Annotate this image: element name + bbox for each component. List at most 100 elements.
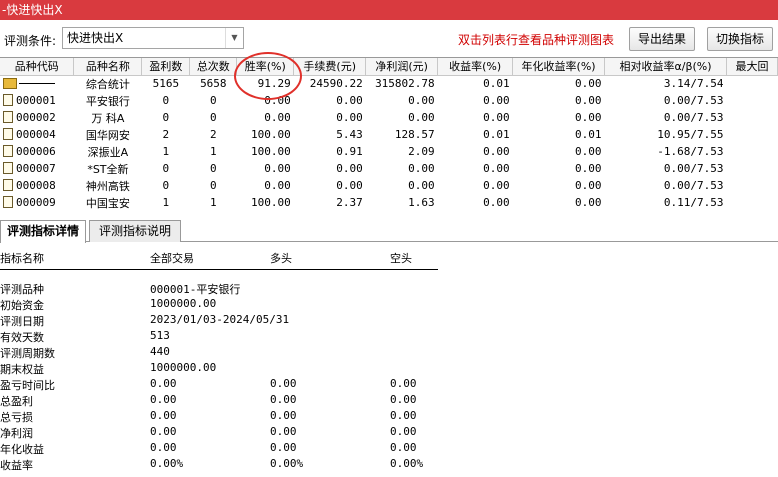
col-header-code[interactable]: 品种代码	[0, 58, 75, 76]
cell-code: 000007	[16, 162, 56, 175]
table-row[interactable]: 000007 *ST全新 0 0 0.00 0.00 0.00 0.00 0.0…	[0, 160, 778, 177]
detail-header-short: 空头	[390, 252, 412, 265]
cell-relative: 0.00/7.53	[663, 94, 724, 107]
cell-fee: 0.00	[336, 179, 363, 192]
detail-row: 期末权益 1000000.00	[0, 360, 438, 376]
document-icon	[3, 94, 13, 106]
detail-row: 初始资金 1000000.00	[0, 296, 438, 312]
col-header-return[interactable]: 收益率(%)	[437, 58, 514, 76]
table-row[interactable]: 000002 万 科A 0 0 0.00 0.00 0.00 0.00 0.00…	[0, 109, 778, 126]
folder-icon	[3, 78, 17, 90]
detail-row: 总盈利 0.00 0.00 0.00	[0, 392, 438, 408]
tab-indicator-description[interactable]: 评测指标说明	[89, 220, 181, 242]
document-icon	[3, 162, 13, 174]
cell-annual: 0.01	[575, 128, 602, 141]
detail-all: 1000000.00	[150, 361, 217, 374]
cell-annual: 0.00	[575, 111, 602, 124]
table-row-summary[interactable]: 综合统计 5165 5658 91.29 24590.22 315802.78 …	[0, 75, 778, 92]
cell-return: 0.00	[483, 196, 510, 209]
detail-all: 0.00	[150, 393, 177, 406]
table-row[interactable]: 000001 平安银行 0 0 0.00 0.00 0.00 0.00 0.00…	[0, 92, 778, 109]
detail-long: 0.00	[270, 425, 297, 438]
cell-name: 中国宝安	[85, 196, 130, 210]
cell-winrate: 100.00	[251, 196, 291, 209]
document-icon	[3, 128, 13, 140]
cell-return: 0.00	[483, 111, 510, 124]
detail-all: 0.00	[150, 377, 177, 390]
detail-label: 期末权益	[0, 363, 44, 376]
cell-name: 国华网安	[85, 128, 130, 142]
cell-wins: 5165	[152, 77, 180, 91]
detail-label: 净利润	[0, 427, 33, 440]
detail-all: 2023/01/03-2024/05/31	[150, 313, 290, 326]
condition-value: 快进快出X	[67, 31, 124, 45]
col-header-name[interactable]: 品种名称	[73, 58, 143, 76]
cell-winrate: 0.00	[264, 162, 291, 175]
detail-header: 指标名称 全部交易 多头 空头	[0, 248, 438, 270]
condition-select[interactable]: 快进快出X ▼	[62, 27, 244, 49]
table-row[interactable]: 000006 深振业A 1 1 100.00 0.91 2.09 0.00 0.…	[0, 143, 778, 160]
cell-wins: 0	[162, 111, 170, 124]
window-title: -快进快出X	[0, 0, 778, 20]
detail-row: 净利润 0.00 0.00 0.00	[0, 424, 438, 440]
cell-fee: 24590.22	[309, 77, 363, 91]
cell-profit: 315802.78	[375, 77, 435, 91]
col-header-total[interactable]: 总次数	[189, 58, 238, 76]
detail-short: 0.00	[390, 409, 417, 422]
cell-return: 0.00	[483, 162, 510, 175]
cell-fee: 0.00	[336, 162, 363, 175]
table-row[interactable]: 000004 国华网安 2 2 100.00 5.43 128.57 0.01 …	[0, 126, 778, 143]
detail-row: 盈亏时间比 0.00 0.00 0.00	[0, 376, 438, 392]
cell-winrate: 91.29	[257, 77, 291, 91]
cell-return: 0.00	[483, 145, 510, 158]
export-button[interactable]: 导出结果	[629, 27, 695, 51]
cell-profit: 0.00	[408, 179, 435, 192]
col-header-relative[interactable]: 相对收益率α/β(%)	[604, 58, 727, 76]
cell-total: 2	[210, 128, 217, 141]
col-header-winrate[interactable]: 胜率(%)	[236, 58, 295, 76]
cell-wins: 1	[162, 196, 170, 209]
cell-fee: 0.00	[336, 94, 363, 107]
detail-short: 0.00	[390, 441, 417, 454]
cell-annual: 0.00	[575, 77, 602, 91]
col-header-wins[interactable]: 盈利数	[141, 58, 191, 76]
col-header-annual[interactable]: 年化收益率(%)	[512, 58, 606, 76]
detail-all: 000001-平安银行	[150, 283, 241, 296]
condition-bar: 评测条件: 快进快出X ▼ 双击列表行查看品种评测图表 导出结果 切换指标	[0, 20, 778, 56]
cell-code: 000008	[16, 179, 56, 192]
detail-row: 年化收益 0.00 0.00 0.00	[0, 440, 438, 456]
detail-row: 评测日期 2023/01/03-2024/05/31	[0, 312, 438, 328]
cell-relative: 0.00/7.53	[663, 162, 724, 175]
cell-fee: 0.91	[336, 145, 363, 158]
cell-total: 0	[210, 162, 217, 175]
detail-short: 0.00	[390, 425, 417, 438]
switch-indicator-button[interactable]: 切换指标	[707, 27, 773, 51]
detail-row: 评测品种 000001-平安银行	[0, 280, 438, 296]
col-header-profit[interactable]: 净利润(元)	[365, 58, 439, 76]
cell-relative: 0.00/7.53	[663, 179, 724, 192]
cell-name: 深振业A	[87, 145, 129, 159]
dash-separator	[19, 83, 55, 85]
cell-wins: 1	[162, 145, 170, 158]
tab-indicator-details[interactable]: 评测指标详情	[0, 220, 86, 243]
col-header-maxdd[interactable]: 最大回	[726, 58, 778, 76]
document-icon	[3, 111, 13, 123]
results-table[interactable]: 品种代码 品种名称 盈利数 总次数 胜率(%) 手续费(元) 净利润(元) 收益…	[0, 57, 778, 213]
cell-profit: 2.09	[408, 145, 435, 158]
detail-label: 评测周期数	[0, 347, 55, 360]
cell-relative: 0.00/7.53	[663, 111, 724, 124]
cell-profit: 0.00	[408, 94, 435, 107]
detail-all: 440	[150, 345, 170, 358]
detail-label: 盈亏时间比	[0, 379, 55, 392]
cell-winrate: 0.00	[264, 94, 291, 107]
cell-relative: -1.68/7.53	[657, 145, 724, 158]
document-icon	[3, 196, 13, 208]
table-row[interactable]: 000008 神州高铁 0 0 0.00 0.00 0.00 0.00 0.00…	[0, 177, 778, 194]
detail-long: 0.00	[270, 377, 297, 390]
cell-winrate: 0.00	[264, 111, 291, 124]
col-header-fee[interactable]: 手续费(元)	[293, 58, 367, 76]
detail-header-name: 指标名称	[0, 252, 44, 265]
chevron-down-icon[interactable]: ▼	[225, 28, 243, 48]
cell-total: 0	[210, 94, 217, 107]
table-row[interactable]: 000009 中国宝安 1 1 100.00 2.37 1.63 0.00 0.…	[0, 194, 778, 211]
